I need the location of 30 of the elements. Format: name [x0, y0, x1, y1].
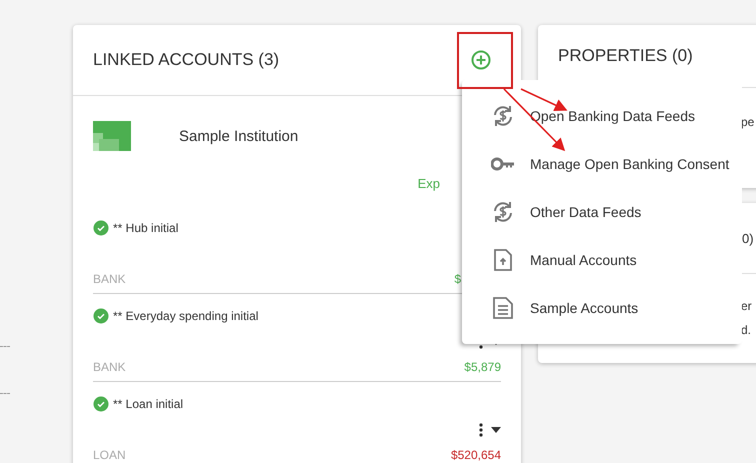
account-type: BANK — [93, 272, 126, 286]
card-text: pe — [741, 115, 754, 129]
add-button[interactable] — [469, 48, 493, 72]
menu-item[interactable]: Other Data Feeds — [462, 188, 742, 236]
institution-name: Sample Institution — [179, 128, 298, 144]
account-balance: $5,879 — [464, 360, 501, 374]
menu-item[interactable]: Manual Accounts — [462, 236, 742, 284]
file-upload-icon — [494, 249, 512, 271]
key-icon — [491, 157, 515, 171]
account-type: LOAN — [93, 448, 126, 462]
account-name: ** Everyday spending initial — [113, 309, 258, 323]
dollar-sync-icon — [491, 104, 515, 128]
card-title: 0) — [742, 230, 754, 246]
card-title: PROPERTIES (0) — [558, 46, 693, 66]
more-options-icon[interactable] — [479, 423, 483, 437]
caret-icon[interactable] — [491, 427, 501, 433]
document-icon — [493, 297, 513, 319]
menu-item[interactable]: Manage Open Banking Consent — [462, 140, 742, 188]
card-title: LINKED ACCOUNTS (3) — [93, 50, 280, 70]
account-type: BANK — [93, 360, 126, 374]
menu-item[interactable]: Open Banking Data Feeds — [462, 92, 742, 140]
account-balance: $520,654 — [450, 448, 501, 462]
dollar-sync-icon — [491, 200, 515, 224]
highlight-frame — [457, 32, 513, 89]
institution-logo-icon — [93, 121, 131, 151]
connection-status: Exp — [418, 176, 440, 193]
menu-item[interactable]: Sample Accounts — [462, 284, 742, 332]
account-balance: $ — [454, 272, 461, 286]
account-name: ** Hub initial — [113, 221, 178, 235]
account-name: ** Loan initial — [113, 397, 184, 411]
